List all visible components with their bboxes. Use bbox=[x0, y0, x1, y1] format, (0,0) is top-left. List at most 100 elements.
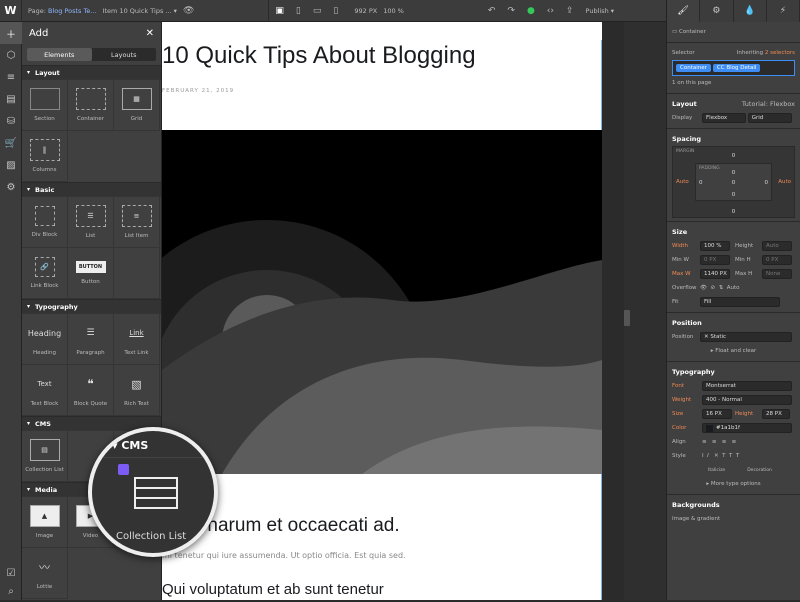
resize-grip[interactable] bbox=[624, 310, 630, 326]
element-lottie[interactable]: 〰 Lottie bbox=[22, 548, 68, 599]
height-input[interactable]: Auto bbox=[762, 241, 792, 251]
color-input[interactable]: #1a1b1f bbox=[702, 423, 792, 433]
section-basic[interactable]: Basic bbox=[22, 182, 161, 196]
item-selector[interactable]: Item 10 Quick Tips ... ▾ bbox=[103, 7, 177, 15]
overflow-auto-button[interactable]: Auto bbox=[727, 285, 740, 291]
width-input[interactable]: 100 % bbox=[700, 241, 730, 251]
spacing-title[interactable]: Spacing bbox=[672, 135, 701, 143]
max-height-input[interactable]: None bbox=[762, 269, 792, 279]
font-select[interactable]: Montserrat bbox=[702, 381, 792, 391]
element-list-item[interactable]: ≡ List Item bbox=[114, 197, 160, 248]
code-icon[interactable]: ‹› bbox=[547, 6, 554, 16]
element-collection-list[interactable]: ▤ Collection List bbox=[22, 431, 68, 482]
min-width-input[interactable]: 0 PX bbox=[700, 255, 730, 265]
webflow-logo[interactable]: W bbox=[0, 0, 22, 22]
max-width-input[interactable]: 1140 PX bbox=[700, 269, 730, 279]
hero-image[interactable] bbox=[162, 130, 602, 474]
min-height-input[interactable]: 0 PX bbox=[762, 255, 792, 265]
landscape-breakpoint-icon[interactable]: ▭ bbox=[313, 6, 322, 16]
element-text-link[interactable]: Link Text Link bbox=[114, 314, 160, 365]
align-right-icon[interactable]: ≡ bbox=[722, 439, 727, 445]
export-icon[interactable]: ⇪ bbox=[566, 6, 574, 16]
margin-right-value[interactable]: Auto bbox=[778, 179, 791, 185]
assets-icon[interactable]: ▨ bbox=[0, 154, 22, 176]
line-height-input[interactable]: 28 PX bbox=[762, 409, 790, 419]
inheriting-label[interactable]: Inheriting 2 selectors bbox=[737, 50, 795, 56]
tablet-breakpoint-icon[interactable]: ▯ bbox=[296, 6, 301, 16]
element-button[interactable]: BUTTON Button bbox=[68, 248, 114, 299]
page-selector[interactable]: Page: Blog Posts Te... bbox=[28, 7, 97, 15]
element-block-quote[interactable]: ❝ Block Quote bbox=[68, 365, 114, 416]
margin-left-value[interactable]: Auto bbox=[676, 179, 689, 185]
section-layout[interactable]: Layout bbox=[22, 65, 161, 79]
selector-chip-cc-blog-detail[interactable]: CC Blog Detail bbox=[712, 64, 761, 72]
font-size-input[interactable]: 16 PX bbox=[702, 409, 732, 419]
more-type-options-toggle[interactable]: ▸ More type options bbox=[672, 477, 795, 491]
blog-post-date[interactable]: FEBRUARY 21, 2019 bbox=[162, 88, 234, 94]
element-container[interactable]: Container bbox=[68, 80, 114, 131]
element-settings-gear-icon[interactable]: ⚙ bbox=[700, 0, 734, 22]
backgrounds-title[interactable]: Backgrounds bbox=[672, 501, 720, 509]
canvas-resize-handle[interactable] bbox=[624, 22, 666, 600]
section-typography[interactable]: Typography bbox=[22, 299, 161, 313]
tab-layouts[interactable]: Layouts bbox=[92, 48, 157, 61]
overline-icon[interactable]: T bbox=[736, 453, 739, 459]
mobile-breakpoint-icon[interactable]: ▯ bbox=[333, 6, 338, 16]
align-justify-icon[interactable]: ≡ bbox=[732, 439, 737, 445]
padding-bottom-value[interactable]: 0 bbox=[696, 192, 771, 198]
weight-select[interactable]: 400 - Normal bbox=[702, 395, 792, 405]
margin-bottom-value[interactable]: 0 bbox=[673, 209, 794, 215]
symbols-icon[interactable]: ⬡ bbox=[0, 44, 22, 66]
style-brush-icon[interactable]: 🖌 bbox=[667, 0, 701, 22]
size-title[interactable]: Size bbox=[672, 228, 687, 236]
cms-icon[interactable]: ⛁ bbox=[0, 110, 22, 132]
display-grid-button[interactable]: Grid bbox=[747, 113, 792, 123]
tab-elements[interactable]: Elements bbox=[27, 48, 92, 61]
padding-top-value[interactable]: 0 bbox=[696, 170, 771, 176]
publish-button[interactable]: Publish ▾ bbox=[586, 7, 615, 15]
desktop-breakpoint-icon[interactable]: ▣ bbox=[275, 6, 284, 16]
overflow-hidden-icon[interactable]: ⊘ bbox=[710, 285, 715, 291]
pages-icon[interactable]: ▤ bbox=[0, 88, 22, 110]
underline-icon[interactable]: T bbox=[729, 453, 732, 459]
element-paragraph[interactable]: ☰ Paragraph bbox=[68, 314, 114, 365]
interactions-bolt-icon[interactable]: ⚡ bbox=[767, 0, 800, 22]
float-and-clear-toggle[interactable]: ▸ Float and clear bbox=[672, 344, 795, 358]
blog-post-title[interactable]: 10 Quick Tips About Blogging bbox=[162, 42, 476, 70]
blog-paragraph[interactable]: mi tenetur qui iure assumenda. Ut optio … bbox=[162, 551, 406, 560]
display-flexbox-button[interactable]: Flexbox bbox=[702, 113, 746, 123]
ecommerce-icon[interactable]: 🛒 bbox=[0, 132, 22, 154]
preview-eye-icon[interactable]: 👁 bbox=[183, 6, 194, 16]
close-icon[interactable]: ✕ bbox=[146, 28, 154, 39]
decoration-none-icon[interactable]: ✕ bbox=[714, 453, 719, 459]
element-link-block[interactable]: 🔗 Link Block bbox=[22, 248, 68, 299]
settings-icon[interactable]: ⚙ bbox=[0, 176, 22, 198]
selector-chip-container[interactable]: Container bbox=[676, 64, 711, 72]
fit-select[interactable]: Fill bbox=[700, 297, 780, 307]
layout-title[interactable]: Layout bbox=[672, 100, 697, 108]
element-text-block[interactable]: Text Text Block bbox=[22, 365, 68, 416]
italic-off-icon[interactable]: I bbox=[702, 453, 704, 459]
italic-on-icon[interactable]: I bbox=[707, 453, 709, 459]
color-swatch[interactable] bbox=[706, 424, 713, 432]
design-canvas[interactable]: 10 Quick Tips About Blogging FEBRUARY 21… bbox=[162, 22, 624, 600]
redo-icon[interactable]: ↷ bbox=[507, 6, 515, 16]
element-rich-text[interactable]: ▧ Rich Text bbox=[114, 365, 160, 416]
position-select[interactable]: ✕ Static bbox=[700, 332, 792, 342]
navigator-icon[interactable]: ≡ bbox=[0, 66, 22, 88]
element-heading[interactable]: Heading Heading bbox=[22, 314, 68, 365]
selector-field[interactable]: Container CC Blog Detail bbox=[672, 60, 795, 76]
element-grid[interactable]: ▦ Grid bbox=[114, 80, 160, 131]
element-section[interactable]: Section bbox=[22, 80, 68, 131]
align-center-icon[interactable]: ≡ bbox=[712, 439, 717, 445]
add-icon[interactable]: ＋ bbox=[0, 22, 22, 44]
overflow-visible-eye-icon[interactable]: 👁 bbox=[700, 285, 707, 291]
flexbox-tutorial-link[interactable]: Tutorial: Flexbox bbox=[742, 100, 795, 108]
undo-icon[interactable]: ↶ bbox=[488, 6, 496, 16]
element-div-block[interactable]: Div Block bbox=[22, 197, 68, 248]
strikethrough-icon[interactable]: T bbox=[722, 453, 725, 459]
style-manager-drops-icon[interactable]: 💧 bbox=[734, 0, 767, 22]
position-title[interactable]: Position bbox=[672, 319, 702, 327]
element-list[interactable]: ☰ List bbox=[68, 197, 114, 248]
margin-top-value[interactable]: 0 bbox=[673, 153, 794, 159]
